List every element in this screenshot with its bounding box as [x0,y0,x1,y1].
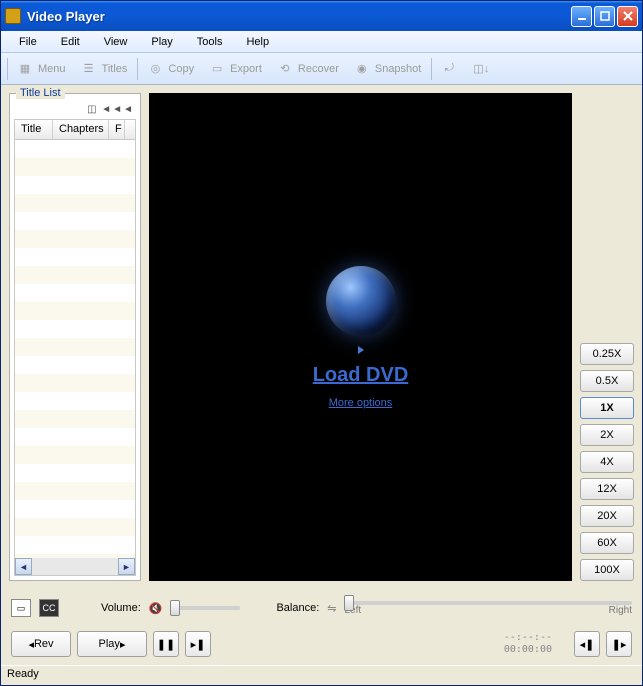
speed-icon: ◫↓ [472,60,490,78]
speed-100x[interactable]: 100X [580,559,634,581]
list-icon: ☰ [80,60,98,78]
pause-button[interactable]: ❚❚ [153,631,179,657]
tool-speed[interactable]: ◫↓ [466,58,496,80]
more-options-link[interactable]: More options [329,397,393,409]
speed-60x[interactable]: 60X [580,532,634,554]
video-area: Load DVD More options [149,93,572,581]
next-frame-button[interactable]: ❚▸ [606,631,632,657]
speed-20x[interactable]: 20X [580,505,634,527]
tool-recover[interactable]: ⟲Recover [270,58,345,80]
menu-help[interactable]: Help [234,36,281,48]
timecode: --:--:-- 00:00:00 [504,632,552,656]
camera-icon: ◉ [353,60,371,78]
maximize-button[interactable] [594,6,615,27]
title-list-controls[interactable]: ◫ ◄◄◄ [14,102,136,119]
volume-slider[interactable] [170,606,240,610]
tool-menu[interactable]: ▦Menu [10,58,72,80]
menubar: File Edit View Play Tools Help [1,31,642,53]
table-header: Title Chapters F [15,120,135,140]
menu-file[interactable]: File [7,36,49,48]
speed-1x[interactable]: 1X [580,397,634,419]
volume-label: Volume: [101,602,141,614]
speed-4x[interactable]: 4X [580,451,634,473]
tool-export[interactable]: ▭Export [202,58,268,80]
play-button[interactable]: Play ▸ [77,631,147,657]
film-icon: ▭ [208,60,226,78]
volume-row: ▭ CC Volume: 🔇 Balance: ⇋ Left Right [11,593,632,623]
prev-frame-icon: ◂❚ [580,638,595,651]
balance-slider[interactable] [344,601,632,605]
pause-icon: ❚❚ [157,638,175,651]
prev-frame-button[interactable]: ◂❚ [574,631,600,657]
tool-copy[interactable]: ◎Copy [140,58,200,80]
load-dvd-link[interactable]: Load DVD [313,364,409,387]
orb-icon [326,266,396,336]
tool-titles[interactable]: ☰Titles [74,58,134,80]
toolbar: ▦Menu ☰Titles ◎Copy ▭Export ⟲Recover ◉Sn… [1,53,642,85]
play-triangle-icon [358,346,364,354]
balance-label: Balance: [276,602,319,614]
speed-0.5x[interactable]: 0.5X [580,370,634,392]
menu-edit[interactable]: Edit [49,36,92,48]
app-icon [5,8,21,24]
menu-tools[interactable]: Tools [185,36,235,48]
table-body [15,140,135,558]
cc-button[interactable]: CC [39,599,59,617]
separator [431,58,432,80]
tool-refresh[interactable]: ⤾ [434,58,464,80]
menu-view[interactable]: View [92,36,140,48]
speed-2x[interactable]: 2X [580,424,634,446]
titlebar[interactable]: Video Player [1,1,642,31]
speed-12x[interactable]: 12X [580,478,634,500]
title-list-legend: Title List [16,87,65,99]
speed-0.25x[interactable]: 0.25X [580,343,634,365]
col-chapters[interactable]: Chapters [53,120,109,139]
playback-row: ◂ Rev Play ▸ ❚❚ ▸❚ --:--:-- 00:00:00 ◂❚ … [1,627,642,665]
minimize-button[interactable] [571,6,592,27]
grid-icon: ▦ [16,60,34,78]
title-list-table: Title Chapters F ◄ ► [14,119,136,576]
scroll-track[interactable] [32,558,118,575]
recover-icon: ⟲ [276,60,294,78]
speed-buttons: 0.25X 0.5X 1X 2X 4X 12X 20X 60X 100X [580,93,634,581]
menu-play[interactable]: Play [139,36,184,48]
speaker-icon[interactable]: 🔇 [149,602,163,615]
scroll-right-icon[interactable]: ► [118,558,135,575]
scroll-left-icon[interactable]: ◄ [15,558,32,575]
tool-snapshot[interactable]: ◉Snapshot [347,58,427,80]
app-window: Video Player File Edit View Play Tools H… [0,0,643,686]
lower-controls: ▭ CC Volume: 🔇 Balance: ⇋ Left Right [1,589,642,627]
disc-icon: ◎ [146,60,164,78]
balance-right-label: Right [609,605,632,616]
rev-button[interactable]: ◂ Rev [11,631,71,657]
status-bar: Ready [1,665,642,685]
next-icon: ▸❚ [191,638,206,651]
next-frame-icon: ❚▸ [612,638,627,651]
close-button[interactable] [617,6,638,27]
content-area: Title List ◫ ◄◄◄ Title Chapters F ◄ ► Lo… [1,85,642,589]
toolbar-grip [7,58,8,80]
display-toggle-icon[interactable]: ▭ [11,599,31,617]
window-title: Video Player [27,9,569,24]
refresh-icon: ⤾ [440,60,458,78]
title-list-panel: Title List ◫ ◄◄◄ Title Chapters F ◄ ► [9,93,141,581]
col-extra[interactable]: F [109,120,125,139]
col-title[interactable]: Title [15,120,53,139]
balance-icon: ⇋ [327,602,336,615]
h-scrollbar[interactable]: ◄ ► [15,558,135,575]
separator [137,58,138,80]
next-button[interactable]: ▸❚ [185,631,211,657]
